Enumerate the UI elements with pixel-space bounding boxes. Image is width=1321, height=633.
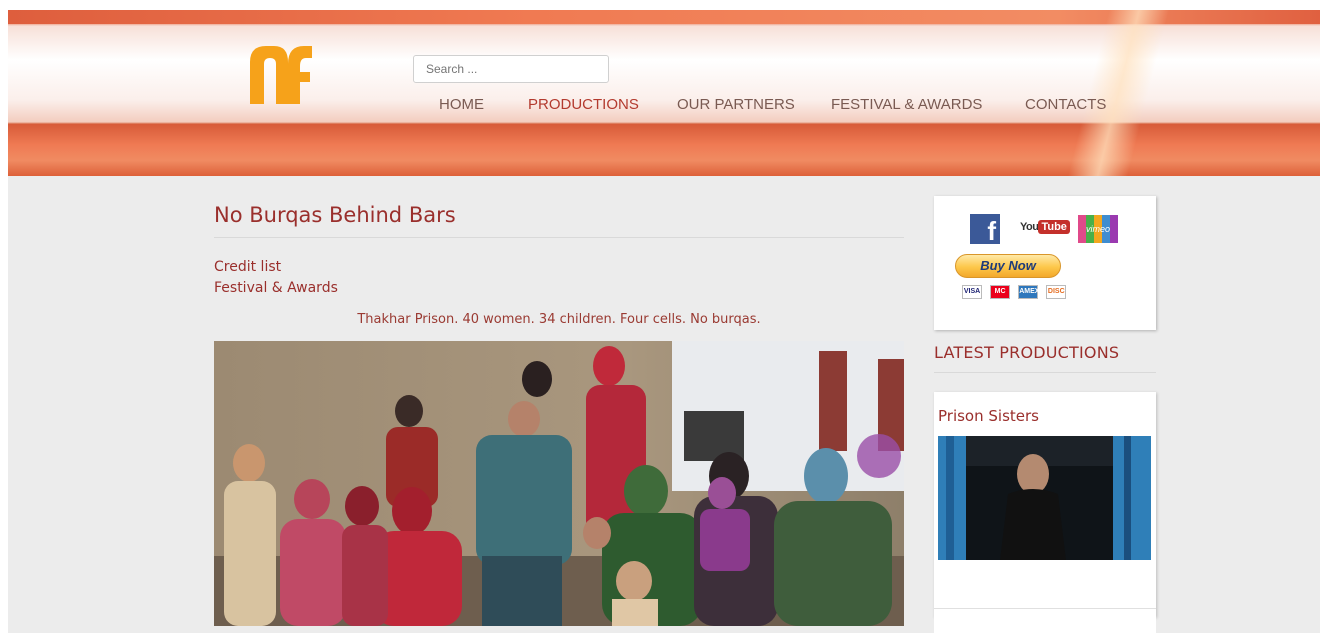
next-production-card[interactable] (934, 608, 1156, 633)
youtube-icon[interactable]: You Tube (1020, 220, 1070, 239)
credit-list-link[interactable]: Credit list (214, 259, 281, 275)
amex-card-icon: AMEX (1018, 285, 1039, 299)
discover-card-icon: DISC (1046, 285, 1067, 299)
social-box: f You Tube vimeo Buy Now VISA MC AMEX DIS… (934, 196, 1156, 330)
buy-now-button[interactable]: Buy Now (955, 254, 1061, 278)
page-title: No Burqas Behind Bars (214, 203, 456, 227)
production-photo (214, 341, 904, 626)
sidebar-divider (934, 372, 1156, 373)
latest-production-title[interactable]: Prison Sisters (938, 407, 1039, 425)
latest-production-card[interactable]: Prison Sisters (934, 392, 1156, 617)
title-divider (214, 237, 904, 238)
mastercard-icon: MC (990, 285, 1011, 299)
site-logo[interactable] (248, 42, 314, 108)
youtube-you-text: You (1020, 221, 1039, 233)
nav-productions[interactable]: PRODUCTIONS (528, 96, 639, 113)
tagline: Thakhar Prison. 40 women. 34 children. F… (357, 312, 761, 327)
youtube-tube-text: Tube (1038, 220, 1070, 234)
facebook-icon[interactable]: f (970, 214, 1000, 246)
payment-cards: VISA MC AMEX DISC (962, 285, 1069, 299)
page-frame: HOME PRODUCTIONS OUR PARTNERS FESTIVAL &… (8, 10, 1320, 633)
festival-awards-link[interactable]: Festival & Awards (214, 280, 338, 296)
search-input[interactable] (413, 55, 609, 83)
nav-festival-awards[interactable]: FESTIVAL & AWARDS (831, 96, 982, 113)
site-header: HOME PRODUCTIONS OUR PARTNERS FESTIVAL &… (8, 10, 1320, 176)
nav-contacts[interactable]: CONTACTS (1025, 96, 1106, 113)
vimeo-icon[interactable]: vimeo (1078, 215, 1118, 243)
latest-productions-heading: LATEST PRODUCTIONS (934, 343, 1120, 362)
nav-our-partners[interactable]: OUR PARTNERS (677, 96, 795, 113)
latest-production-thumbnail[interactable] (938, 436, 1151, 560)
visa-card-icon: VISA (962, 285, 982, 299)
nav-home[interactable]: HOME (439, 96, 484, 113)
